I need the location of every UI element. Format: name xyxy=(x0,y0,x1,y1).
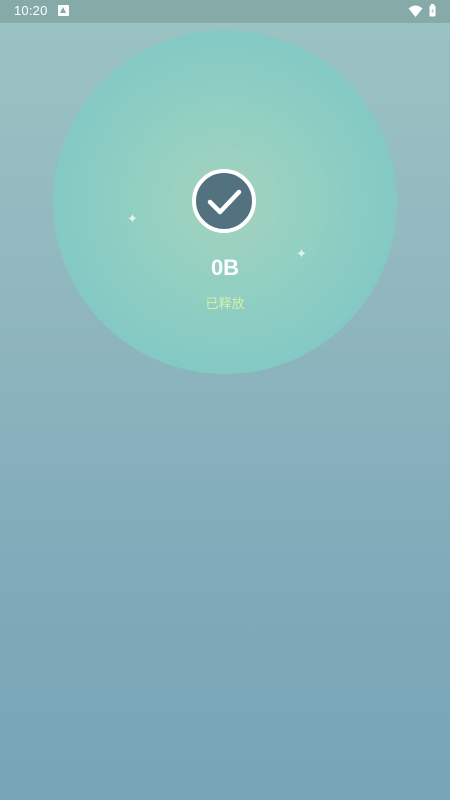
checkmark-icon xyxy=(192,169,256,233)
freed-size-value: 0B xyxy=(210,255,240,280)
battery-icon xyxy=(429,4,436,17)
status-time: 10:20 xyxy=(14,3,48,18)
app-notification-icon xyxy=(58,5,69,16)
sparkle-icon: ✦ xyxy=(127,212,138,227)
wifi-icon xyxy=(408,5,423,17)
status-bar: 10:20 xyxy=(0,0,450,23)
freed-label: 已释放 xyxy=(205,297,245,312)
